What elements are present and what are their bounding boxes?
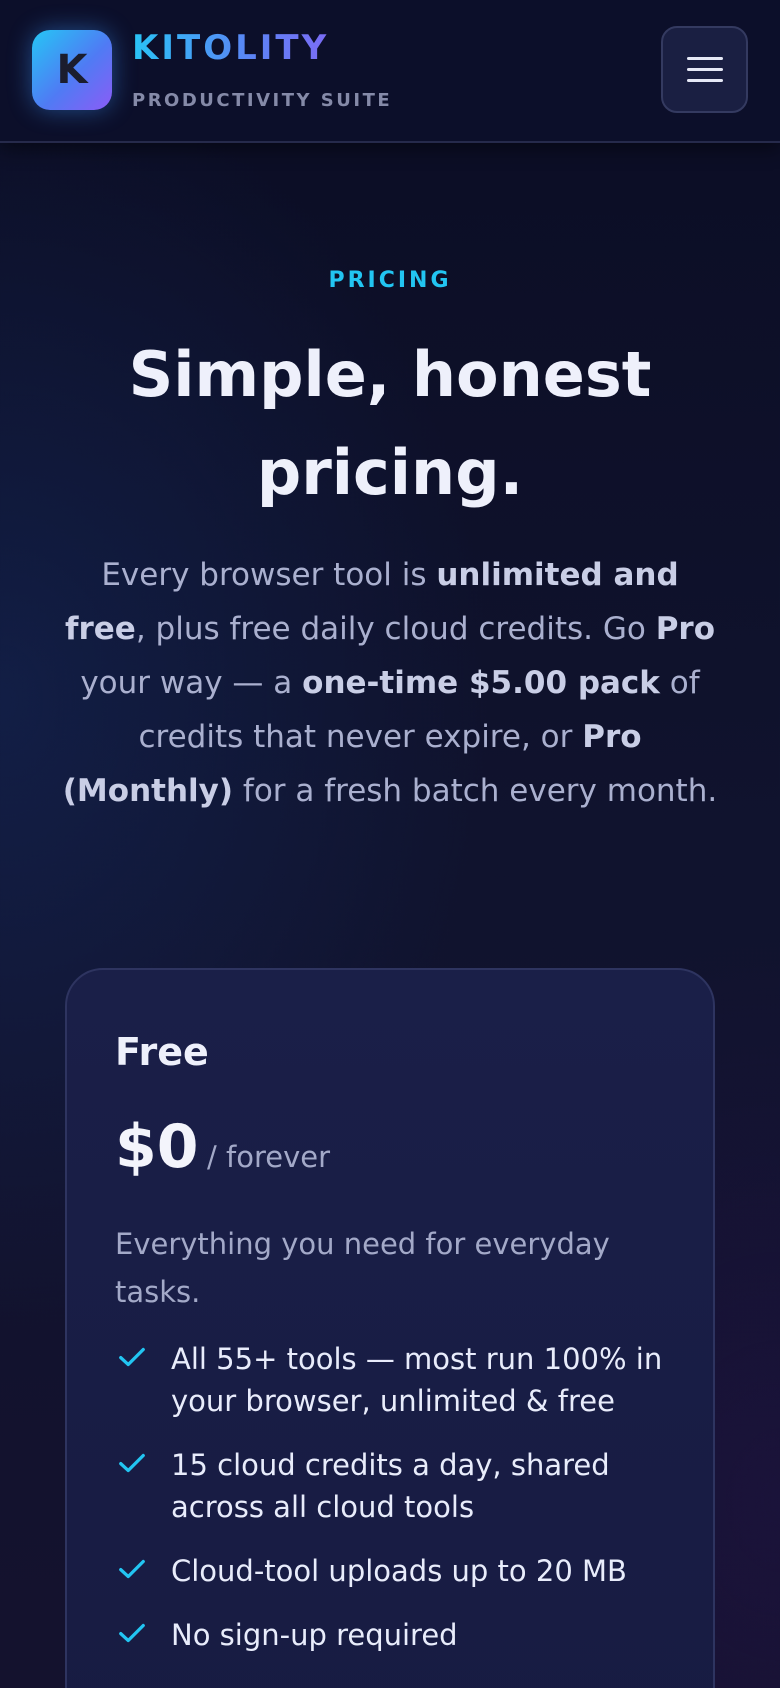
hamburger-menu-icon <box>686 53 723 86</box>
plan-description: Everything you need for everyday tasks. <box>115 1227 610 1309</box>
feature-text: All 55+ tools — most run 100% in your br… <box>171 1342 663 1418</box>
intro-text: for a fresh batch every month. <box>233 773 718 809</box>
feature-text: No sign-up required <box>171 1618 458 1652</box>
intro-text: , plus free daily cloud credits. Go <box>135 611 656 647</box>
feature-text: 15 cloud credits a day, shared across al… <box>171 1448 610 1524</box>
menu-button[interactable] <box>661 26 748 113</box>
plan-price-period: / forever <box>207 1140 330 1174</box>
pricing-intro: Every browser tool is unlimited and free… <box>60 548 720 818</box>
feature-item: All 55+ tools — most run 100% in your br… <box>115 1338 675 1422</box>
intro-text: Every browser tool is <box>101 557 437 593</box>
intro-text: your way — a <box>80 665 303 701</box>
page-title: Simple, honest pricing. <box>128 338 652 509</box>
feature-item: 15 cloud credits a day, shared across al… <box>115 1444 675 1528</box>
plan-price: $0 <box>115 1112 199 1182</box>
feature-item: No sign-up required <box>115 1614 675 1656</box>
brand-name[interactable]: KITOLITY <box>132 28 329 68</box>
feature-item: Cloud-tool uploads up to 20 MB <box>115 1550 675 1592</box>
intro-emphasis: one-time $5.00 pack <box>302 665 660 701</box>
checkmark-icon <box>119 1453 145 1473</box>
logo-badge[interactable]: K <box>32 30 112 110</box>
checkmark-icon <box>119 1347 145 1367</box>
intro-emphasis: Pro <box>655 611 715 647</box>
brand-tagline: PRODUCTIVITY SUITE <box>132 90 393 111</box>
section-eyebrow: PRICING <box>328 268 452 293</box>
plan-features: All 55+ tools — most run 100% in your br… <box>115 1338 675 1656</box>
site-header: K KITOLITY PRODUCTIVITY SUITE <box>0 0 780 143</box>
plan-card-free: Free $0 / forever Everything you need fo… <box>65 968 715 1688</box>
feature-text: Cloud-tool uploads up to 20 MB <box>171 1554 627 1588</box>
checkmark-icon <box>119 1623 145 1643</box>
plan-name: Free <box>115 1030 209 1074</box>
checkmark-icon <box>119 1559 145 1579</box>
logo-letter: K <box>56 47 88 93</box>
